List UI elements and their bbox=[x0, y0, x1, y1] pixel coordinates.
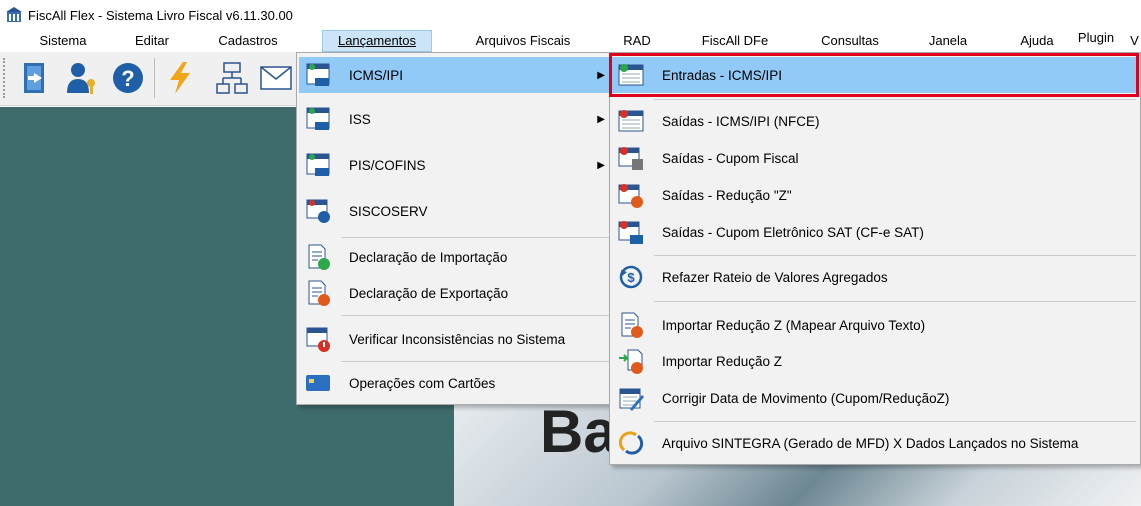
svg-text:?: ? bbox=[121, 66, 134, 91]
menu-v[interactable]: V bbox=[1128, 30, 1141, 52]
menu-item-siscoserv[interactable]: SISCOSERV bbox=[299, 193, 611, 229]
toolbar-grip[interactable] bbox=[3, 58, 9, 98]
menu-sistema[interactable]: Sistema bbox=[28, 30, 98, 52]
iss-icon bbox=[306, 107, 330, 130]
user-button[interactable] bbox=[62, 56, 102, 100]
icms-ipi-submenu: Entradas - ICMS/IPI Saídas - ICMS/IPI (N… bbox=[609, 52, 1141, 465]
menu-separator bbox=[654, 255, 1136, 256]
card-icon bbox=[306, 375, 330, 391]
cupom-icon bbox=[618, 147, 643, 170]
menu-item-pis-cofins[interactable]: PIS/COFINS ▶ bbox=[299, 147, 611, 183]
saida-icon bbox=[618, 110, 644, 132]
menu-cadastros[interactable]: Cadastros bbox=[208, 30, 288, 52]
menu-separator bbox=[341, 237, 609, 238]
menu-item-saidas-nfce[interactable]: Saídas - ICMS/IPI (NFCE) bbox=[612, 103, 1138, 139]
menu-item-declaracao-exportacao[interactable]: Declaração de Exportação bbox=[299, 275, 611, 311]
menu-item-icms-ipi[interactable]: ICMS/IPI ▶ bbox=[299, 57, 611, 93]
entrada-icon bbox=[618, 64, 644, 86]
menu-item-saidas-cupom-fiscal[interactable]: Saídas - Cupom Fiscal bbox=[612, 140, 1138, 176]
org-chart-icon bbox=[216, 62, 248, 94]
toolbar-separator bbox=[154, 58, 155, 98]
lightning-icon bbox=[170, 62, 190, 94]
menu-item-operacoes-cartoes[interactable]: Operações com Cartões bbox=[299, 365, 611, 401]
envelope-icon bbox=[260, 66, 292, 90]
background-text: Ba bbox=[540, 398, 617, 465]
app-logo-icon bbox=[6, 7, 22, 22]
user-key-icon bbox=[67, 63, 95, 94]
window-title: FiscAll Flex - Sistema Livro Fiscal v6.1… bbox=[28, 7, 293, 23]
menu-arquivos-fiscais[interactable]: Arquivos Fiscais bbox=[460, 30, 586, 52]
menu-separator bbox=[341, 315, 609, 316]
icms-icon bbox=[306, 63, 330, 86]
exit-door-icon bbox=[24, 63, 44, 93]
import-z-icon bbox=[619, 349, 643, 374]
menu-separator bbox=[654, 301, 1136, 302]
action-button[interactable] bbox=[160, 56, 200, 100]
menu-item-arquivo-sintegra[interactable]: Arquivo SINTEGRA (Gerado de MFD) X Dados… bbox=[612, 425, 1138, 461]
menu-item-declaracao-importacao[interactable]: Declaração de Importação bbox=[299, 239, 611, 275]
structure-button[interactable] bbox=[212, 56, 252, 100]
help-icon: ? bbox=[113, 63, 143, 93]
rateio-icon: $ bbox=[619, 265, 643, 289]
help-button[interactable]: ? bbox=[108, 56, 148, 100]
pis-icon bbox=[306, 153, 330, 176]
menu-ajuda[interactable]: Ajuda bbox=[1008, 30, 1066, 52]
exit-button[interactable] bbox=[16, 56, 56, 100]
menu-item-importar-reducao-z[interactable]: Importar Redução Z bbox=[612, 343, 1138, 379]
menu-editar[interactable]: Editar bbox=[122, 30, 182, 52]
sintegra-icon bbox=[618, 431, 644, 455]
menu-janela[interactable]: Janela bbox=[918, 30, 978, 52]
submenu-arrow-icon: ▶ bbox=[597, 69, 605, 81]
title-bar: FiscAll Flex - Sistema Livro Fiscal v6.1… bbox=[0, 0, 1141, 30]
menu-item-iss[interactable]: ISS ▶ bbox=[299, 101, 611, 137]
lancamentos-menu: ICMS/IPI ▶ ISS ▶ PIS/COFINS ▶ SISCOSERV … bbox=[296, 52, 614, 405]
menu-lancamentos[interactable]: Lançamentos bbox=[322, 30, 432, 52]
menu-rad[interactable]: RAD bbox=[614, 30, 660, 52]
menu-bar: Sistema Editar Cadastros Lançamentos Arq… bbox=[0, 30, 1141, 52]
menu-fiscall-dfe[interactable]: FiscAll DFe bbox=[688, 30, 782, 52]
menu-item-verificar-inconsistencias[interactable]: Verificar Inconsistências no Sistema bbox=[299, 321, 611, 357]
warning-window-icon bbox=[306, 327, 330, 352]
export-doc-icon bbox=[308, 280, 330, 306]
submenu-arrow-icon: ▶ bbox=[597, 113, 605, 125]
menu-separator bbox=[341, 361, 609, 362]
menu-item-entradas-icms-ipi[interactable]: Entradas - ICMS/IPI bbox=[612, 57, 1138, 93]
menu-item-refazer-rateio[interactable]: $ Refazer Rateio de Valores Agregados bbox=[612, 259, 1138, 295]
menu-item-corrigir-data[interactable]: Corrigir Data de Movimento (Cupom/Reduçã… bbox=[612, 380, 1138, 416]
sat-icon bbox=[618, 221, 643, 244]
menu-item-saidas-sat[interactable]: Saídas - Cupom Eletrônico SAT (CF-e SAT) bbox=[612, 214, 1138, 250]
menu-separator bbox=[654, 99, 1136, 100]
import-text-icon bbox=[621, 312, 643, 338]
menu-consultas[interactable]: Consultas bbox=[808, 30, 892, 52]
calendar-edit-icon bbox=[619, 388, 644, 411]
svg-text:$: $ bbox=[627, 270, 635, 285]
mail-button[interactable] bbox=[256, 56, 296, 100]
reducao-z-icon bbox=[618, 184, 643, 208]
menu-plugin[interactable]: Plugin bbox=[1068, 27, 1124, 49]
submenu-arrow-icon: ▶ bbox=[597, 159, 605, 171]
siscoserv-icon bbox=[306, 199, 330, 223]
import-doc-icon bbox=[308, 244, 330, 270]
menu-separator bbox=[654, 421, 1136, 422]
menu-item-saidas-reducao-z[interactable]: Saídas - Redução "Z" bbox=[612, 177, 1138, 213]
menu-item-importar-reducao-z-texto[interactable]: Importar Redução Z (Mapear Arquivo Texto… bbox=[612, 307, 1138, 343]
